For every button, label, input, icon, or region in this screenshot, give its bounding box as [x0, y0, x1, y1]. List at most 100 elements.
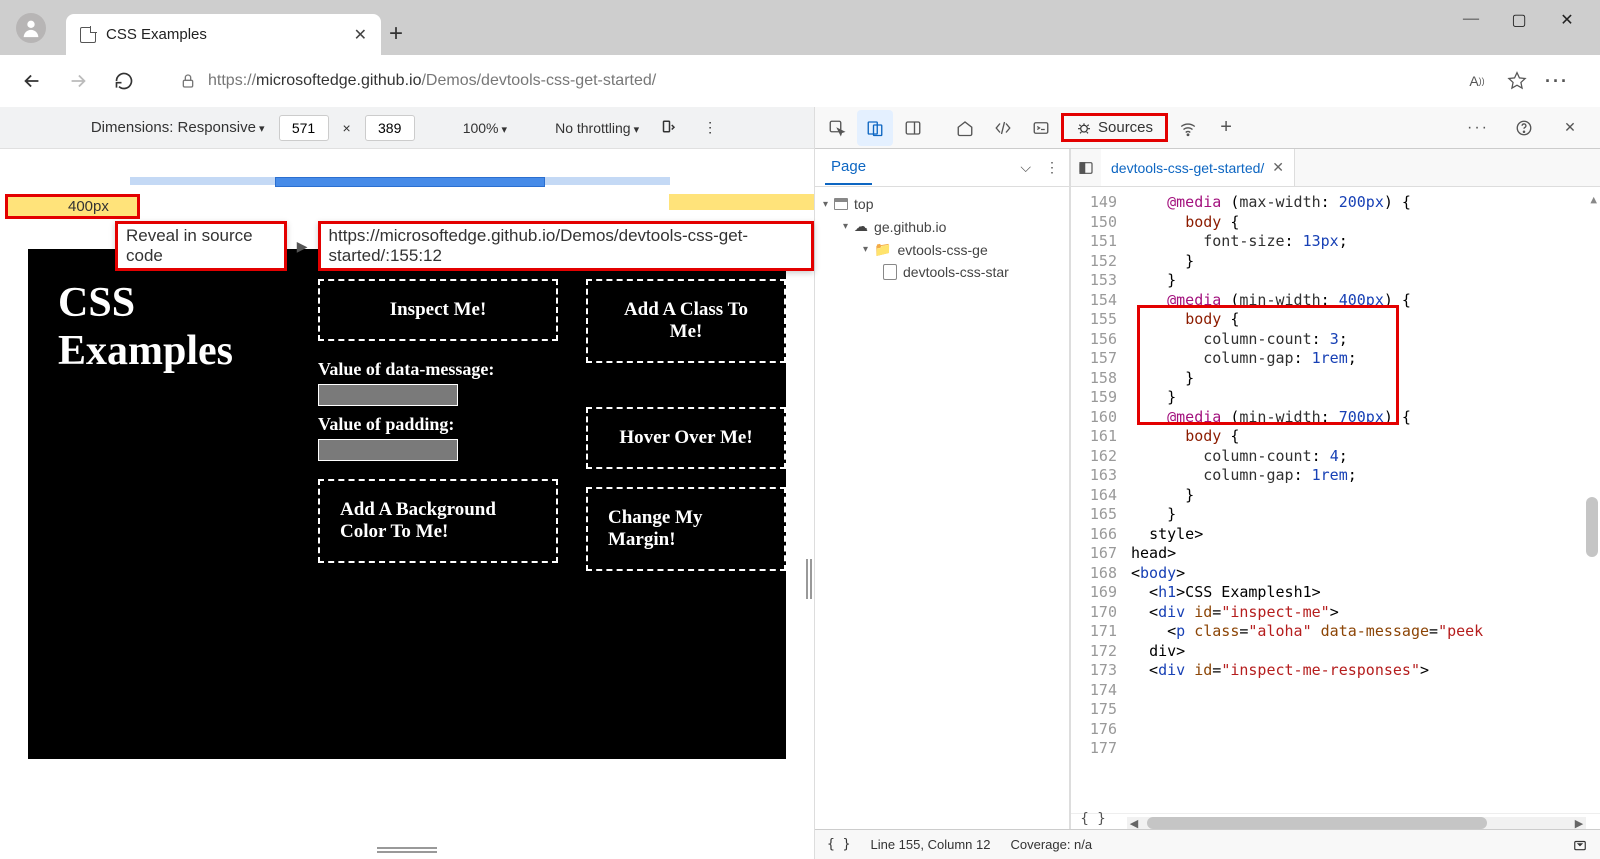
folder-icon: 📁	[874, 241, 891, 258]
sources-label: Sources	[1098, 119, 1153, 136]
url-host: microsoftedge.github.io	[256, 72, 421, 89]
cloud-icon: ☁	[854, 218, 868, 235]
nav-toolbar: https://microsoftedge.github.io/Demos/de…	[0, 55, 1600, 107]
close-devtools-icon[interactable]: ✕	[1552, 110, 1588, 146]
menu-icon[interactable]: ···	[1546, 70, 1568, 92]
preview-wrap: CSS Examples Inspect Me! Value of data-m…	[0, 199, 814, 859]
nav-more-icon[interactable]: ⋮	[1045, 159, 1059, 176]
padding-box	[318, 439, 458, 461]
code-content[interactable]: @media (max-width: 200px) { body { font-…	[1127, 187, 1600, 813]
file-tree[interactable]: ▾top ▾☁ge.github.io ▾📁evtools-css-ge dev…	[815, 187, 1069, 289]
address-bar[interactable]: https://microsoftedge.github.io/Demos/de…	[164, 63, 1444, 99]
editor-tab-close-icon[interactable]: ✕	[1272, 159, 1284, 176]
tab-close-icon[interactable]: ✕	[354, 25, 367, 45]
drawer-toggle-icon[interactable]	[1572, 838, 1588, 852]
resize-side-handle[interactable]	[806, 559, 812, 599]
dimensions-dropdown[interactable]: Dimensions: Responsive	[91, 119, 265, 136]
elements-icon[interactable]	[985, 110, 1021, 146]
devtools-panel: Sources + ··· ✕ Page ⌵ ⋮	[815, 107, 1600, 859]
welcome-icon[interactable]	[947, 110, 983, 146]
highlight-box	[1137, 305, 1399, 425]
add-tab-icon[interactable]: +	[1208, 110, 1244, 146]
context-tooltip: Reveal in source code ▶ https://microsof…	[115, 221, 814, 271]
editor-file-tab[interactable]: devtools-css-get-started/ ✕	[1101, 149, 1295, 186]
profile-icon[interactable]	[16, 13, 46, 43]
devtools-more-icon[interactable]: ···	[1460, 110, 1496, 146]
url-path: /Demos/devtools-css-get-started/	[421, 72, 656, 89]
change-margin-box[interactable]: Change My Margin!	[586, 487, 786, 571]
minimize-button[interactable]: —	[1462, 10, 1480, 30]
console-icon[interactable]	[1023, 110, 1059, 146]
toggle-device-icon[interactable]	[857, 110, 893, 146]
tab-title: CSS Examples	[106, 26, 344, 43]
reload-button[interactable]	[106, 63, 142, 99]
inspect-element-icon[interactable]	[819, 110, 855, 146]
width-input[interactable]	[279, 115, 329, 141]
page-pane-tab[interactable]: Page	[825, 150, 872, 185]
reveal-in-source-button[interactable]: Reveal in source code	[115, 221, 287, 271]
new-tab-button[interactable]: +	[389, 20, 403, 48]
close-window-button[interactable]: ✕	[1558, 10, 1576, 30]
rotate-icon[interactable]	[653, 117, 683, 139]
hover-box[interactable]: Hover Over Me!	[586, 407, 786, 469]
vertical-scrollbar-thumb[interactable]	[1586, 497, 1598, 557]
scroll-left-arrow[interactable]: ◀	[1127, 817, 1141, 830]
scroll-up-arrow[interactable]: ▲	[1590, 193, 1597, 206]
forward-button[interactable]	[60, 63, 96, 99]
source-location-button[interactable]: https://microsoftedge.github.io/Demos/de…	[318, 221, 814, 271]
coverage-status: Coverage: n/a	[1010, 837, 1092, 852]
browser-window: CSS Examples ✕ + — ▢ ✕ https://microsoft…	[0, 0, 1600, 859]
read-aloud-icon[interactable]: A))	[1466, 70, 1488, 92]
url-text: https://microsoftedge.github.io/Demos/de…	[208, 72, 656, 90]
page-preview[interactable]: CSS Examples Inspect Me! Value of data-m…	[28, 249, 786, 759]
throttling-dropdown[interactable]: No throttling	[555, 120, 639, 136]
resize-bottom-handle[interactable]	[377, 847, 437, 853]
editor-tab-label: devtools-css-get-started/	[1111, 160, 1264, 176]
add-bg-box[interactable]: Add A Background Color To Me!	[318, 479, 558, 563]
tree-top[interactable]: top	[854, 196, 873, 212]
scroll-right-arrow[interactable]: ▶	[1572, 817, 1586, 830]
pretty-print-button[interactable]: { }	[1073, 811, 1113, 827]
maximize-button[interactable]: ▢	[1510, 10, 1528, 30]
add-class-box[interactable]: Add A Class To Me!	[586, 279, 786, 363]
device-pane: Dimensions: Responsive × 100% No throttl…	[0, 107, 815, 859]
inspect-me-box[interactable]: Inspect Me!	[318, 279, 558, 341]
tree-file[interactable]: devtools-css-star	[903, 264, 1009, 280]
tree-origin[interactable]: ge.github.io	[874, 219, 946, 235]
toggle-navigator-icon[interactable]	[1071, 160, 1101, 176]
x-separator: ×	[343, 120, 351, 136]
content-row: Dimensions: Responsive × 100% No throttl…	[0, 107, 1600, 859]
editor-pane: devtools-css-get-started/ ✕ 149150151152…	[1070, 149, 1600, 829]
titlebar: CSS Examples ✕ + — ▢ ✕	[0, 0, 1600, 55]
value-data-message-label: Value of data-message:	[318, 359, 558, 380]
chevron-right-icon: ▶	[297, 238, 308, 255]
line-column-status: Line 155, Column 12	[870, 837, 990, 852]
dock-icon[interactable]	[895, 110, 931, 146]
bug-icon	[1076, 120, 1092, 136]
url-protocol: https://	[208, 72, 256, 89]
help-icon[interactable]	[1506, 110, 1542, 146]
file-icon	[883, 264, 897, 280]
tree-folder[interactable]: evtools-css-ge	[897, 242, 987, 258]
back-button[interactable]	[14, 63, 50, 99]
data-message-box	[318, 384, 458, 406]
navigator-pane: Page ⌵ ⋮ ▾top ▾☁ge.github.io ▾📁evtools-c…	[815, 149, 1070, 829]
lock-icon	[180, 73, 196, 89]
status-bar: { } Line 155, Column 12 Coverage: n/a	[815, 829, 1600, 859]
media-ruler: 400px Reveal in source code ▶ https://mi…	[0, 149, 814, 199]
tab-sources[interactable]: Sources	[1061, 113, 1168, 142]
network-icon[interactable]	[1170, 110, 1206, 146]
pretty-print-status-icon[interactable]: { }	[827, 837, 850, 852]
nav-dropdown-icon[interactable]: ⌵	[1020, 159, 1031, 176]
zoom-dropdown[interactable]: 100%	[463, 120, 507, 136]
favorite-icon[interactable]	[1506, 70, 1528, 92]
height-input[interactable]	[365, 115, 415, 141]
window-icon	[834, 198, 848, 210]
code-area[interactable]: 1491501511521531541551561571581591601611…	[1071, 187, 1600, 813]
value-padding-label: Value of padding:	[318, 414, 558, 435]
device-options-icon[interactable]: ⋮	[697, 117, 723, 138]
browser-tab[interactable]: CSS Examples ✕	[66, 14, 381, 56]
device-toolbar: Dimensions: Responsive × 100% No throttl…	[0, 107, 814, 149]
devtools-tabbar: Sources + ··· ✕	[815, 107, 1600, 149]
horizontal-scrollbar-thumb[interactable]	[1147, 817, 1487, 829]
